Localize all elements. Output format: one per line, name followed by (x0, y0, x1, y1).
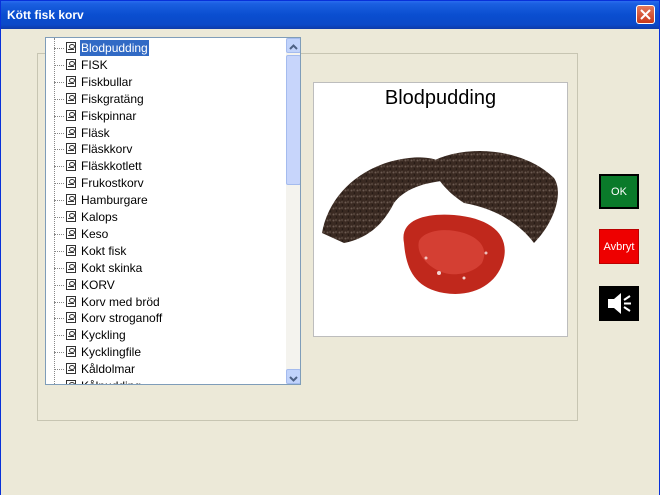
cancel-button[interactable]: Avbryt (599, 229, 639, 264)
preview-title: Blodpudding (384, 87, 497, 109)
item-image-icon (66, 92, 76, 104)
main-window: Kött fisk korv Blodpudding FISK Fiskbullar… (0, 0, 660, 495)
chevron-up-icon (289, 44, 298, 50)
tree-branch-line (54, 318, 64, 320)
tree-item-label: Korv med bröd (81, 294, 160, 309)
tree-item-label: Kokt skinka (81, 260, 143, 275)
tree-item-label: Korv stroganoff (81, 311, 163, 326)
window-title: Kött fisk korv (7, 8, 84, 22)
item-image-icon (66, 194, 76, 206)
preview-panel: Blodpudding (313, 82, 568, 337)
tree-item-label: Kycklingfile (81, 345, 142, 360)
item-image-icon (66, 211, 76, 222)
scroll-up-button[interactable] (286, 38, 300, 53)
tree-item-label: Fiskpinnar (81, 108, 137, 123)
sound-button[interactable] (599, 286, 639, 321)
item-image-icon (66, 380, 76, 384)
tree-item-label: Kalops (81, 210, 118, 224)
tree-item-label: FISK (81, 57, 108, 72)
item-image-icon (66, 244, 76, 256)
tree-branch-line (54, 98, 64, 100)
tree-item-label: KORV (81, 277, 115, 292)
tree-branch-line (54, 335, 64, 337)
tree-branch-line (54, 166, 64, 168)
tree-item-label: Kålpudding (80, 378, 142, 384)
chevron-down-icon (289, 376, 298, 382)
vertical-scrollbar[interactable] (286, 38, 300, 384)
tree-branch-line (54, 369, 64, 371)
item-image-icon (66, 177, 76, 189)
tree-branch-line (54, 132, 64, 134)
tree-item-label: Fläskkotlett (81, 159, 142, 174)
item-image-icon (66, 295, 76, 307)
tree-item-label: Blodpudding (79, 39, 150, 57)
item-image-icon (66, 329, 76, 341)
tree-branch-line (54, 284, 64, 286)
tree-item-label: Fiskbullar (81, 74, 133, 89)
tree-item-label: Fläskkorv (81, 142, 133, 157)
tree-branch-line (54, 48, 64, 49)
item-image-icon (66, 75, 76, 87)
item-image-icon (66, 363, 76, 375)
tree-branch-line (54, 183, 64, 185)
tree-branch-line (54, 149, 64, 151)
item-image-icon (66, 126, 76, 138)
tree-branch-line (54, 64, 64, 66)
item-image-icon (66, 227, 76, 239)
item-image-icon (66, 346, 76, 358)
item-image-icon (66, 160, 76, 172)
close-icon (640, 9, 651, 20)
scroll-thumb[interactable] (286, 55, 300, 185)
tree-item-label: Kåldolmar (81, 362, 136, 377)
tree-item-label: Keso (81, 226, 109, 241)
tree-branch-line (54, 81, 64, 83)
tree-connector-line (54, 38, 55, 384)
tree-branch-line (54, 301, 64, 303)
item-image-icon (66, 109, 76, 121)
tree-item-label: Kokt fisk (81, 243, 127, 258)
scroll-down-button[interactable] (286, 369, 300, 384)
tree-branch-line (54, 250, 64, 252)
tree-item-label: Fiskgratäng (81, 91, 144, 106)
food-tree-view[interactable]: Blodpudding FISK Fiskbullar Fiskgratäng Fisk… (45, 37, 301, 385)
tree-branch-line (54, 267, 64, 269)
item-image-icon (66, 58, 76, 70)
title-bar[interactable]: Kött fisk korv (1, 1, 659, 29)
tree-item-label: Kyckling (81, 328, 126, 343)
item-image-icon (66, 143, 76, 155)
ok-button[interactable]: OK (599, 174, 639, 209)
speaker-icon (608, 293, 631, 314)
tree-branch-line (54, 352, 64, 354)
tree-branch-line (54, 115, 64, 117)
item-image-icon (66, 278, 76, 290)
blood-pudding-image (322, 151, 558, 294)
tree-branch-line (54, 217, 64, 218)
tree-branch-line (54, 233, 64, 235)
tree-item-label: Hamburgare (81, 193, 148, 208)
item-image-icon (66, 261, 76, 273)
tree-branch-line (54, 200, 64, 202)
item-image-icon (66, 312, 76, 324)
close-button[interactable] (636, 5, 655, 24)
tree-item-label: Frukostkorv (81, 176, 144, 191)
tree-item-label: Fläsk (81, 125, 110, 140)
item-image-icon (66, 42, 76, 53)
